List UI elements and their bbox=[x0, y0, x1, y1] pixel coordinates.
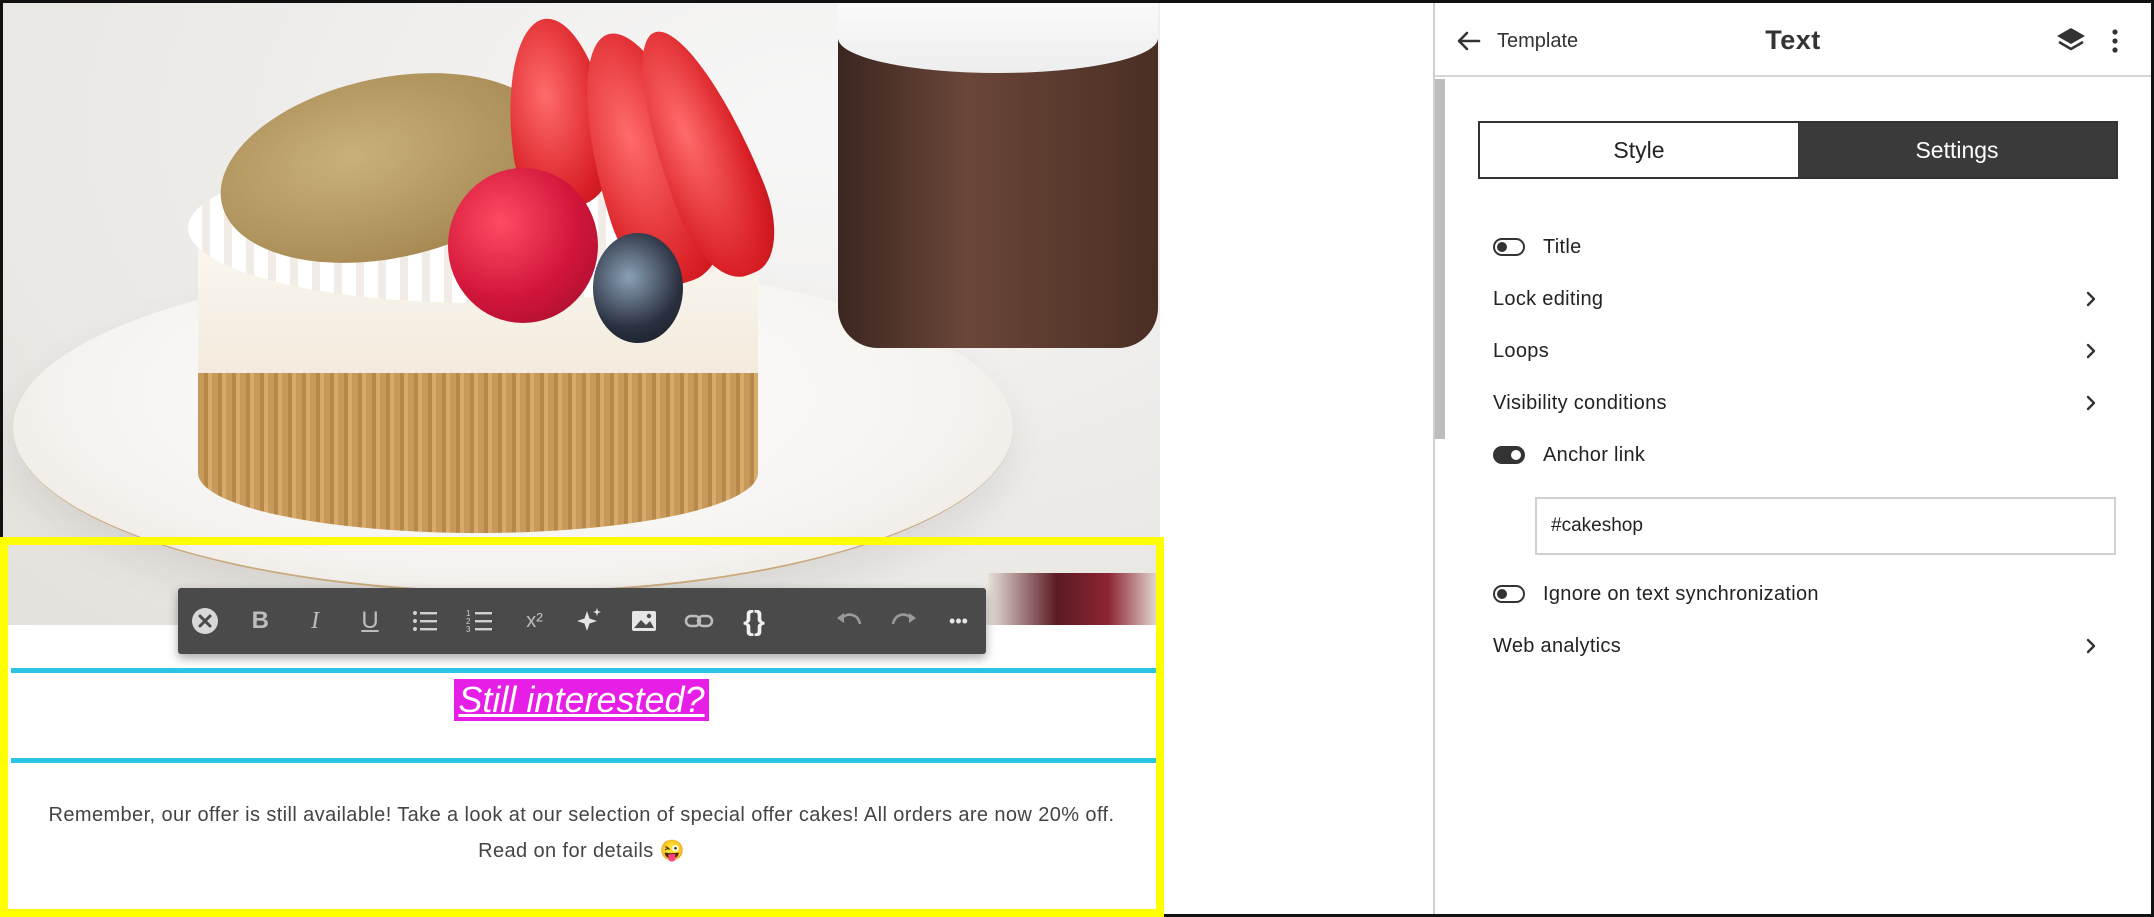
visibility-conditions-label: Visibility conditions bbox=[1493, 391, 1667, 414]
visibility-conditions-row[interactable]: Visibility conditions bbox=[1493, 383, 2103, 423]
image-icon[interactable] bbox=[617, 588, 672, 654]
superscript-icon[interactable]: x² bbox=[507, 588, 562, 654]
close-icon[interactable] bbox=[178, 588, 233, 654]
svg-text:3: 3 bbox=[466, 625, 471, 634]
bulleted-list-icon[interactable] bbox=[397, 588, 452, 654]
style-settings-tabs: Style Settings bbox=[1478, 121, 2118, 179]
chevron-right-icon bbox=[2086, 343, 2096, 359]
email-canvas: Still interested? Remember, our offer is… bbox=[3, 3, 1160, 914]
text-block[interactable]: Still interested? Remember, our offer is… bbox=[3, 625, 1160, 914]
tab-settings[interactable]: Settings bbox=[1798, 123, 2116, 177]
loops-row[interactable]: Loops bbox=[1493, 331, 2103, 371]
body-paragraph[interactable]: Remember, our offer is still available! … bbox=[43, 797, 1120, 869]
title-toggle[interactable] bbox=[1493, 238, 1525, 256]
ai-sparkle-icon[interactable] bbox=[562, 588, 617, 654]
properties-panel: Template Text Style Settings Title Lock … bbox=[1435, 3, 2151, 914]
link-icon[interactable] bbox=[672, 588, 727, 654]
rich-text-toolbar: B I U 123 x² {} ••• bbox=[178, 588, 986, 654]
anchor-link-toggle[interactable] bbox=[1493, 446, 1525, 464]
redo-icon[interactable] bbox=[876, 588, 931, 654]
merge-tag-icon[interactable]: {} bbox=[727, 588, 782, 654]
more-options-icon[interactable]: ••• bbox=[931, 588, 986, 654]
title-label: Title bbox=[1543, 235, 1582, 258]
chevron-right-icon bbox=[2086, 395, 2096, 411]
chevron-right-icon bbox=[2086, 638, 2096, 654]
anchor-link-label: Anchor link bbox=[1543, 443, 1646, 466]
anchor-link-input[interactable] bbox=[1535, 497, 2116, 555]
anchor-link-row[interactable]: Anchor link bbox=[1493, 435, 2103, 475]
ignore-sync-toggle[interactable] bbox=[1493, 585, 1525, 603]
panel-header: Template Text bbox=[1435, 3, 2151, 77]
web-analytics-row[interactable]: Web analytics bbox=[1493, 626, 2103, 666]
berry-strip-shape bbox=[988, 573, 1160, 625]
raspberry-shape bbox=[448, 168, 598, 323]
blueberry-shape bbox=[593, 233, 683, 343]
panel-scrollbar[interactable] bbox=[1435, 79, 1445, 439]
vertical-more-icon[interactable] bbox=[2103, 23, 2127, 59]
lock-editing-label: Lock editing bbox=[1493, 287, 1604, 310]
chevron-right-icon bbox=[2086, 291, 2096, 307]
title-toggle-row[interactable]: Title bbox=[1493, 227, 2103, 267]
cup-cream-shape bbox=[838, 3, 1158, 73]
divider-line-bottom bbox=[11, 758, 1156, 763]
bold-icon[interactable]: B bbox=[233, 588, 288, 654]
undo-icon[interactable] bbox=[821, 588, 876, 654]
lock-editing-row[interactable]: Lock editing bbox=[1493, 279, 2103, 319]
hero-image[interactable] bbox=[3, 3, 1160, 625]
panel-title: Text bbox=[1765, 25, 1821, 55]
headline-text[interactable]: Still interested? bbox=[454, 679, 709, 721]
web-analytics-label: Web analytics bbox=[1493, 634, 1622, 657]
loops-label: Loops bbox=[1493, 339, 1549, 362]
layers-icon[interactable] bbox=[2053, 23, 2089, 59]
tab-style[interactable]: Style bbox=[1480, 123, 1798, 177]
ignore-sync-row[interactable]: Ignore on text synchronization bbox=[1493, 574, 2103, 614]
numbered-list-icon[interactable]: 123 bbox=[452, 588, 507, 654]
ignore-sync-label: Ignore on text synchronization bbox=[1543, 582, 1819, 605]
divider-line-top bbox=[11, 668, 1156, 673]
underline-icon[interactable]: U bbox=[343, 588, 398, 654]
headline-wrapper: Still interested? bbox=[3, 679, 1160, 721]
italic-icon[interactable]: I bbox=[288, 588, 343, 654]
cake-crust-shape bbox=[198, 373, 758, 533]
